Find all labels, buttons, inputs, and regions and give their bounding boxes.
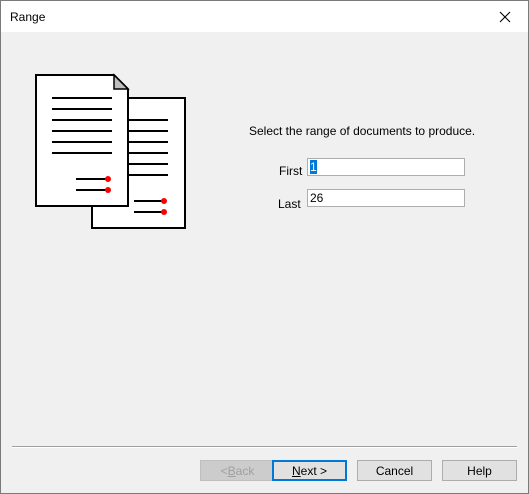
- close-icon: [499, 11, 511, 22]
- first-value: 1: [310, 160, 317, 174]
- first-label: First: [279, 164, 303, 178]
- instruction-text: Select the range of documents to produce…: [249, 124, 476, 138]
- button-separator: [12, 446, 517, 448]
- back-prefix: <: [220, 463, 228, 478]
- dialog-title: Range: [10, 10, 46, 24]
- range-dialog: Range Select the range of documents to p…: [0, 0, 529, 494]
- back-key: B: [227, 463, 236, 478]
- last-label: Last: [278, 197, 301, 211]
- next-button[interactable]: Next >: [272, 460, 347, 481]
- next-rest: ext >: [300, 463, 328, 478]
- documents-illustration: [35, 73, 186, 229]
- last-value: 26: [310, 191, 324, 205]
- back-button[interactable]: < Back: [200, 460, 275, 481]
- close-button[interactable]: [482, 1, 528, 32]
- help-button[interactable]: Help: [442, 460, 517, 481]
- cancel-button[interactable]: Cancel: [357, 460, 432, 481]
- next-key: N: [291, 463, 301, 478]
- first-input[interactable]: 1: [307, 158, 465, 176]
- back-rest: ack: [235, 463, 255, 478]
- title-bar: Range: [1, 1, 528, 32]
- last-input[interactable]: 26: [307, 189, 465, 207]
